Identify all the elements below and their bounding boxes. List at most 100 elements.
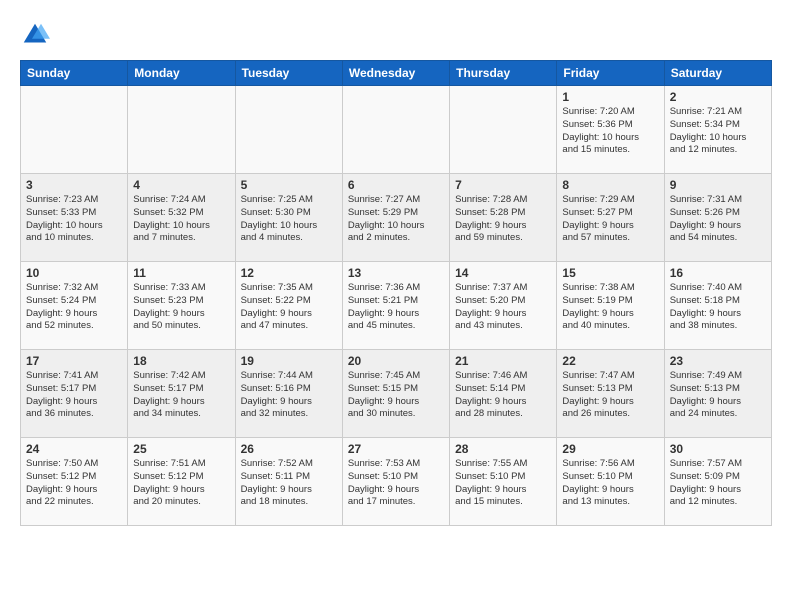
day-info: Sunrise: 7:55 AM Sunset: 5:10 PM Dayligh…: [455, 458, 551, 509]
day-info: Sunrise: 7:35 AM Sunset: 5:22 PM Dayligh…: [241, 282, 337, 333]
day-info: Sunrise: 7:28 AM Sunset: 5:28 PM Dayligh…: [455, 194, 551, 245]
day-cell: 22 Sunrise: 7:47 AM Sunset: 5:13 PM Dayli…: [557, 350, 664, 438]
day-info: Sunrise: 7:46 AM Sunset: 5:14 PM Dayligh…: [455, 370, 551, 421]
week-row-3: 10 Sunrise: 7:32 AM Sunset: 5:24 PM Dayli…: [21, 262, 772, 350]
day-cell: 9 Sunrise: 7:31 AM Sunset: 5:26 PM Daylig…: [664, 174, 771, 262]
day-number: 28: [455, 442, 551, 456]
day-info: Sunrise: 7:42 AM Sunset: 5:17 PM Dayligh…: [133, 370, 229, 421]
week-row-1: 1Sunrise: 7:20 AM Sunset: 5:36 PM Daylig…: [21, 86, 772, 174]
day-cell: 4Sunrise: 7:24 AM Sunset: 5:32 PM Daylig…: [128, 174, 235, 262]
weekday-header-wednesday: Wednesday: [342, 61, 449, 86]
day-number: 2: [670, 90, 766, 104]
weekday-header-row: SundayMondayTuesdayWednesdayThursdayFrid…: [21, 61, 772, 86]
day-number: 23: [670, 354, 766, 368]
day-info: Sunrise: 7:37 AM Sunset: 5:20 PM Dayligh…: [455, 282, 551, 333]
day-info: Sunrise: 7:49 AM Sunset: 5:13 PM Dayligh…: [670, 370, 766, 421]
day-info: Sunrise: 7:40 AM Sunset: 5:18 PM Dayligh…: [670, 282, 766, 333]
day-number: 11: [133, 266, 229, 280]
day-info: Sunrise: 7:57 AM Sunset: 5:09 PM Dayligh…: [670, 458, 766, 509]
day-number: 13: [348, 266, 444, 280]
day-number: 17: [26, 354, 122, 368]
day-cell: 14 Sunrise: 7:37 AM Sunset: 5:20 PM Dayli…: [450, 262, 557, 350]
day-cell: 20 Sunrise: 7:45 AM Sunset: 5:15 PM Dayli…: [342, 350, 449, 438]
day-info: Sunrise: 7:20 AM Sunset: 5:36 PM Dayligh…: [562, 106, 658, 157]
day-number: 8: [562, 178, 658, 192]
day-cell: 5 Sunrise: 7:25 AM Sunset: 5:30 PM Daylig…: [235, 174, 342, 262]
calendar-table: SundayMondayTuesdayWednesdayThursdayFrid…: [20, 60, 772, 526]
day-cell: [128, 86, 235, 174]
day-number: 15: [562, 266, 658, 280]
weekday-header-tuesday: Tuesday: [235, 61, 342, 86]
day-info: Sunrise: 7:32 AM Sunset: 5:24 PM Dayligh…: [26, 282, 122, 333]
day-number: 7: [455, 178, 551, 192]
day-info: Sunrise: 7:47 AM Sunset: 5:13 PM Dayligh…: [562, 370, 658, 421]
day-cell: 26 Sunrise: 7:52 AM Sunset: 5:11 PM Dayli…: [235, 438, 342, 526]
day-cell: 3Sunrise: 7:23 AM Sunset: 5:33 PM Daylig…: [21, 174, 128, 262]
day-cell: 1Sunrise: 7:20 AM Sunset: 5:36 PM Daylig…: [557, 86, 664, 174]
day-number: 25: [133, 442, 229, 456]
day-info: Sunrise: 7:27 AM Sunset: 5:29 PM Dayligh…: [348, 194, 444, 245]
weekday-header-friday: Friday: [557, 61, 664, 86]
day-info: Sunrise: 7:51 AM Sunset: 5:12 PM Dayligh…: [133, 458, 229, 509]
day-cell: [235, 86, 342, 174]
day-number: 10: [26, 266, 122, 280]
day-cell: 27Sunrise: 7:53 AM Sunset: 5:10 PM Dayli…: [342, 438, 449, 526]
day-number: 26: [241, 442, 337, 456]
day-cell: 24 Sunrise: 7:50 AM Sunset: 5:12 PM Dayli…: [21, 438, 128, 526]
day-info: Sunrise: 7:31 AM Sunset: 5:26 PM Dayligh…: [670, 194, 766, 245]
day-number: 20: [348, 354, 444, 368]
day-number: 14: [455, 266, 551, 280]
day-info: Sunrise: 7:36 AM Sunset: 5:21 PM Dayligh…: [348, 282, 444, 333]
day-cell: 21 Sunrise: 7:46 AM Sunset: 5:14 PM Dayli…: [450, 350, 557, 438]
day-number: 6: [348, 178, 444, 192]
day-cell: 7 Sunrise: 7:28 AM Sunset: 5:28 PM Daylig…: [450, 174, 557, 262]
week-row-4: 17Sunrise: 7:41 AM Sunset: 5:17 PM Dayli…: [21, 350, 772, 438]
day-cell: 29Sunrise: 7:56 AM Sunset: 5:10 PM Dayli…: [557, 438, 664, 526]
day-number: 22: [562, 354, 658, 368]
day-cell: [21, 86, 128, 174]
day-info: Sunrise: 7:45 AM Sunset: 5:15 PM Dayligh…: [348, 370, 444, 421]
day-info: Sunrise: 7:44 AM Sunset: 5:16 PM Dayligh…: [241, 370, 337, 421]
day-info: Sunrise: 7:21 AM Sunset: 5:34 PM Dayligh…: [670, 106, 766, 157]
day-info: Sunrise: 7:56 AM Sunset: 5:10 PM Dayligh…: [562, 458, 658, 509]
day-info: Sunrise: 7:24 AM Sunset: 5:32 PM Dayligh…: [133, 194, 229, 245]
day-info: Sunrise: 7:52 AM Sunset: 5:11 PM Dayligh…: [241, 458, 337, 509]
day-info: Sunrise: 7:23 AM Sunset: 5:33 PM Dayligh…: [26, 194, 122, 245]
day-number: 9: [670, 178, 766, 192]
day-info: Sunrise: 7:50 AM Sunset: 5:12 PM Dayligh…: [26, 458, 122, 509]
day-cell: 25 Sunrise: 7:51 AM Sunset: 5:12 PM Dayli…: [128, 438, 235, 526]
day-cell: 19Sunrise: 7:44 AM Sunset: 5:16 PM Dayli…: [235, 350, 342, 438]
logo: [20, 20, 54, 50]
day-cell: [450, 86, 557, 174]
day-info: Sunrise: 7:38 AM Sunset: 5:19 PM Dayligh…: [562, 282, 658, 333]
day-cell: 2 Sunrise: 7:21 AM Sunset: 5:34 PM Daylig…: [664, 86, 771, 174]
day-cell: 15 Sunrise: 7:38 AM Sunset: 5:19 PM Dayli…: [557, 262, 664, 350]
day-info: Sunrise: 7:53 AM Sunset: 5:10 PM Dayligh…: [348, 458, 444, 509]
day-number: 12: [241, 266, 337, 280]
day-cell: 18Sunrise: 7:42 AM Sunset: 5:17 PM Dayli…: [128, 350, 235, 438]
day-info: Sunrise: 7:25 AM Sunset: 5:30 PM Dayligh…: [241, 194, 337, 245]
day-number: 16: [670, 266, 766, 280]
day-cell: 6 Sunrise: 7:27 AM Sunset: 5:29 PM Daylig…: [342, 174, 449, 262]
page: SundayMondayTuesdayWednesdayThursdayFrid…: [0, 0, 792, 612]
weekday-header-saturday: Saturday: [664, 61, 771, 86]
week-row-2: 3Sunrise: 7:23 AM Sunset: 5:33 PM Daylig…: [21, 174, 772, 262]
logo-icon: [20, 20, 50, 50]
day-cell: [342, 86, 449, 174]
day-cell: 11 Sunrise: 7:33 AM Sunset: 5:23 PM Dayli…: [128, 262, 235, 350]
day-cell: 13 Sunrise: 7:36 AM Sunset: 5:21 PM Dayli…: [342, 262, 449, 350]
day-number: 24: [26, 442, 122, 456]
weekday-header-sunday: Sunday: [21, 61, 128, 86]
weekday-header-thursday: Thursday: [450, 61, 557, 86]
week-row-5: 24 Sunrise: 7:50 AM Sunset: 5:12 PM Dayli…: [21, 438, 772, 526]
day-cell: 16 Sunrise: 7:40 AM Sunset: 5:18 PM Dayli…: [664, 262, 771, 350]
weekday-header-monday: Monday: [128, 61, 235, 86]
day-number: 21: [455, 354, 551, 368]
day-cell: 23 Sunrise: 7:49 AM Sunset: 5:13 PM Dayli…: [664, 350, 771, 438]
day-cell: 10 Sunrise: 7:32 AM Sunset: 5:24 PM Dayli…: [21, 262, 128, 350]
day-cell: 12 Sunrise: 7:35 AM Sunset: 5:22 PM Dayli…: [235, 262, 342, 350]
day-info: Sunrise: 7:33 AM Sunset: 5:23 PM Dayligh…: [133, 282, 229, 333]
day-cell: 28 Sunrise: 7:55 AM Sunset: 5:10 PM Dayli…: [450, 438, 557, 526]
day-cell: 30Sunrise: 7:57 AM Sunset: 5:09 PM Dayli…: [664, 438, 771, 526]
day-number: 5: [241, 178, 337, 192]
